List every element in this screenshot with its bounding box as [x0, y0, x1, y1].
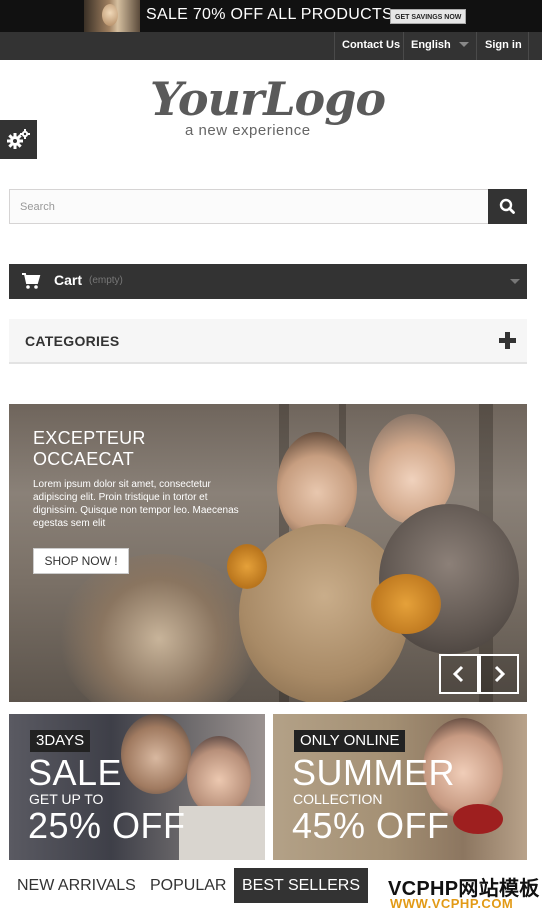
- get-savings-button[interactable]: GET SAVINGS NOW: [390, 9, 467, 24]
- contact-us-link[interactable]: Contact Us: [342, 32, 400, 60]
- categories-label: CATEGORIES: [25, 333, 120, 349]
- cart-label: Cart: [54, 272, 83, 288]
- watermark-url: WWW.VCPHP.COM: [390, 896, 514, 911]
- tile-amount: 25% OFF: [28, 805, 186, 846]
- tile-photo: [187, 736, 251, 816]
- tile-photo: [453, 804, 503, 834]
- slide-heading-line: OCCAECAT: [33, 449, 135, 469]
- nav-divider: [476, 32, 477, 60]
- slide-copy: Lorem ipsum dolor sit amet, consectetur …: [33, 479, 239, 529]
- search-input[interactable]: [9, 189, 489, 224]
- search-button[interactable]: [488, 189, 527, 224]
- slide-heading: EXCEPTEUR OCCAECAT: [33, 428, 213, 470]
- promo-banner-photo: [84, 0, 140, 32]
- promo-banner[interactable]: SALE 70% OFF ALL PRODUCTS GET SAVINGS NO…: [0, 0, 542, 32]
- slider-prev-button[interactable]: [439, 654, 479, 694]
- chevron-right-icon: [494, 665, 506, 683]
- shop-now-button[interactable]: SHOP NOW !: [33, 548, 129, 574]
- tile-headline: SALE: [28, 752, 123, 793]
- tab-popular[interactable]: POPULAR: [150, 868, 226, 903]
- homepage-slider[interactable]: EXCEPTEUR OCCAECAT Lorem ipsum dolor sit…: [9, 404, 527, 702]
- search-icon: [499, 198, 515, 214]
- gears-icon: [7, 129, 30, 149]
- nav-divider: [334, 32, 335, 60]
- tile-photo: [121, 714, 191, 794]
- tile-headline: SUMMER: [292, 752, 455, 793]
- chevron-left-icon: [452, 665, 464, 683]
- tab-best-sellers[interactable]: BEST SELLERS: [234, 868, 368, 903]
- chevron-down-icon[interactable]: [459, 42, 469, 47]
- tile-photo: [179, 806, 265, 860]
- tile-amount: 45% OFF: [292, 805, 450, 846]
- promo-tile-summer[interactable]: ONLY ONLINE SUMMER COLLECTION 45% OFF: [273, 714, 527, 860]
- logo-tagline: a new experience: [185, 122, 311, 139]
- slider-next-button[interactable]: [479, 654, 519, 694]
- sign-in-link[interactable]: Sign in: [485, 32, 522, 60]
- plus-icon: [499, 332, 516, 349]
- promo-tile-sale[interactable]: 3DAYS SALE GET UP TO 25% OFF: [9, 714, 265, 860]
- slide-glove: [371, 574, 441, 634]
- cart-toggle[interactable]: Cart (empty): [9, 264, 527, 299]
- logo-title: YourLogo: [150, 72, 386, 126]
- nav-divider: [403, 32, 404, 60]
- nav-divider: [528, 32, 529, 60]
- slide-glove: [227, 544, 267, 589]
- tab-new-arrivals[interactable]: NEW ARRIVALS: [17, 868, 136, 903]
- chevron-down-icon: [510, 279, 520, 284]
- tile-tag: ONLY ONLINE: [294, 730, 406, 752]
- categories-toggle[interactable]: CATEGORIES: [9, 319, 527, 364]
- tile-tag: 3DAYS: [30, 730, 91, 752]
- language-selector[interactable]: English: [411, 32, 451, 60]
- slide-heading-line: EXCEPTEUR: [33, 428, 146, 448]
- promo-banner-text: SALE 70% OFF ALL PRODUCTS: [146, 6, 393, 23]
- cart-status: (empty): [89, 275, 123, 286]
- cart-icon: [22, 273, 41, 289]
- settings-toggle[interactable]: [0, 120, 37, 159]
